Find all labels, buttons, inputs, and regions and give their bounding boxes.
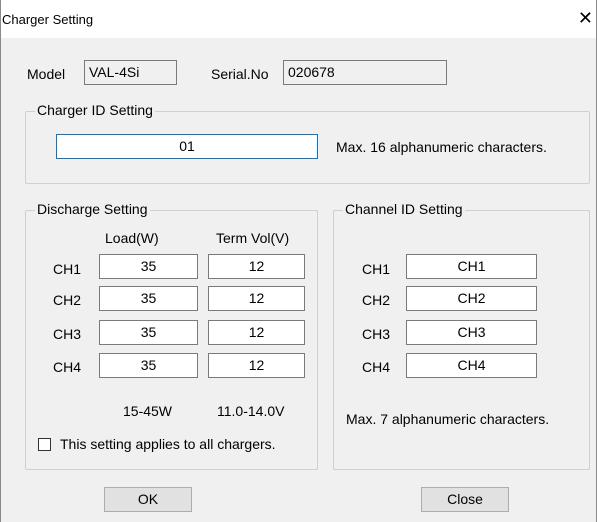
close-icon[interactable]: ✕	[578, 9, 593, 27]
discharge-ch-label: CH2	[53, 292, 82, 308]
close-button[interactable]: Close	[421, 487, 509, 512]
model-field: VAL-4Si	[84, 60, 177, 85]
charger-id-hint: Max. 16 alphanumeric characters.	[336, 139, 547, 155]
channel-ch-label: CH4	[362, 359, 391, 375]
charger-id-legend: Charger ID Setting	[35, 102, 155, 118]
load-input-ch4[interactable]: 35	[99, 353, 198, 378]
apply-all-checkbox[interactable]	[38, 438, 51, 451]
term-vol-range-text: 11.0-14.0V	[217, 403, 285, 419]
load-input-ch2[interactable]: 35	[99, 286, 198, 311]
term-vol-input-ch1[interactable]: 12	[208, 254, 305, 279]
channel-id-hint: Max. 7 alphanumeric characters.	[346, 411, 550, 427]
charger-setting-dialog: Charger Setting ✕ Model VAL-4Si Serial.N…	[0, 0, 597, 522]
load-input-ch1[interactable]: 35	[99, 254, 198, 279]
title-bar: Charger Setting ✕	[1, 0, 596, 38]
channel-id-input-ch1[interactable]: CH1	[406, 254, 537, 279]
serial-field: 020678	[283, 60, 447, 85]
channel-id-input-ch3[interactable]: CH3	[406, 320, 537, 345]
discharge-legend: Discharge Setting	[35, 201, 150, 217]
channel-ch-label: CH2	[362, 292, 391, 308]
discharge-ch-label: CH4	[53, 359, 82, 375]
term-vol-input-ch3[interactable]: 12	[208, 320, 305, 345]
window-title: Charger Setting	[2, 12, 94, 27]
channel-id-input-ch4[interactable]: CH4	[406, 353, 537, 378]
ok-button[interactable]: OK	[104, 487, 192, 512]
model-label: Model	[27, 66, 66, 82]
channel-id-legend: Channel ID Setting	[343, 201, 465, 217]
channel-ch-label: CH3	[362, 326, 391, 342]
apply-all-label[interactable]: This setting applies to all chargers.	[60, 436, 276, 452]
discharge-ch-label: CH3	[53, 326, 82, 342]
load-input-ch3[interactable]: 35	[99, 320, 198, 345]
load-column-header: Load(W)	[105, 230, 159, 246]
discharge-ch-label: CH1	[53, 261, 82, 277]
term-vol-input-ch4[interactable]: 12	[208, 353, 305, 378]
load-range-text: 15-45W	[123, 403, 173, 419]
serial-label: Serial.No	[211, 66, 269, 82]
term-vol-input-ch2[interactable]: 12	[208, 286, 305, 311]
term-vol-column-header: Term Vol(V)	[216, 230, 290, 246]
charger-id-input[interactable]: 01	[56, 134, 318, 159]
channel-id-input-ch2[interactable]: CH2	[406, 286, 537, 311]
channel-ch-label: CH1	[362, 261, 391, 277]
